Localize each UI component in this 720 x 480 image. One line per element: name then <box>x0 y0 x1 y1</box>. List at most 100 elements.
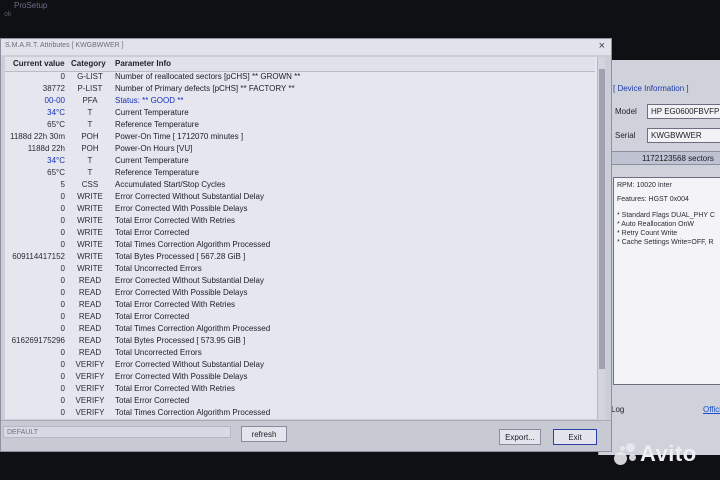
info-line: RPM: 10020 Inter <box>617 182 672 189</box>
serial-field[interactable]: KWGBWWER <box>647 128 720 143</box>
table-row[interactable]: 00-00 PFA Status: ** GOOD ** <box>5 95 595 107</box>
cell-value: 0 <box>60 288 65 297</box>
cell-category: WRITE <box>77 240 103 249</box>
cell-value: 34°C <box>47 156 65 165</box>
table-row[interactable]: 0 READ Error Corrected With Possible Delay… <box>5 287 595 299</box>
cell-value: 0 <box>60 312 65 321</box>
column-header-info[interactable]: Parameter Info <box>115 57 171 71</box>
refresh-button[interactable]: refresh <box>241 426 287 442</box>
device-info-window: [ Device Information ] Model HP EG0600FB… <box>598 60 720 455</box>
export-button[interactable]: Export... <box>499 429 541 445</box>
cell-info: Total Uncorrected Errors <box>115 264 202 273</box>
info-line: * Auto Reallocation OnW <box>617 221 695 228</box>
sectors-count: 1172123568 sectors <box>611 151 720 165</box>
cell-category: READ <box>78 336 102 345</box>
cell-info: Total Bytes Processed [ 573.95 GiB ] <box>115 336 246 345</box>
cell-value: 0 <box>60 300 65 309</box>
table-row[interactable]: 1188d 22h POH Power-On Hours [VU] <box>5 143 595 155</box>
cell-category: READ <box>78 324 102 333</box>
table-row[interactable]: 0 WRITE Error Corrected With Possible Dela… <box>5 203 595 215</box>
info-line: * Retry Count Write <box>617 230 678 237</box>
close-icon[interactable]: × <box>599 40 605 52</box>
cell-info: Reference Temperature <box>115 168 199 177</box>
table-row[interactable]: 0 VERIFY Total Error Corrected With Retrie… <box>5 383 595 395</box>
table-row[interactable]: 0 READ Total Error Corrected With Retries <box>5 299 595 311</box>
table-row[interactable]: 65°C T Reference Temperature <box>5 119 595 131</box>
column-header-value[interactable]: Current value <box>13 57 65 71</box>
table-row[interactable]: 0 WRITE Total Error Corrected <box>5 227 595 239</box>
table-row[interactable]: 0 WRITE Total Error Corrected With Retries <box>5 215 595 227</box>
table-row[interactable]: 0 VERIFY Total Times Correction Algorithm … <box>5 407 595 419</box>
cell-value: 38772 <box>42 84 65 93</box>
cell-value: 0 <box>60 228 65 237</box>
cell-value: 0 <box>60 324 65 333</box>
table-row[interactable]: 0 G-LIST Number of reallocated sectors [pC… <box>5 71 595 83</box>
table-row[interactable]: 34°C T Current Temperature <box>5 155 595 167</box>
cell-value: 0 <box>60 264 65 273</box>
cell-category: T <box>87 120 93 129</box>
table-row[interactable]: 0 VERIFY Error Corrected Without Substanti… <box>5 359 595 371</box>
cell-info: Total Error Corrected With Retries <box>115 216 236 225</box>
model-label: Model <box>615 107 637 116</box>
cell-info: Total Error Corrected With Retries <box>115 384 236 393</box>
cell-category: PFA <box>82 96 98 105</box>
table-row[interactable]: 0 WRITE Total Times Correction Algorithm P… <box>5 239 595 251</box>
cell-category: VERIFY <box>75 396 105 405</box>
cell-category: WRITE <box>77 216 103 225</box>
column-header-category[interactable]: Category <box>71 57 106 71</box>
table-row[interactable]: 0 WRITE Error Corrected Without Substantia… <box>5 191 595 203</box>
cell-category: READ <box>78 348 102 357</box>
vertical-scrollbar[interactable] <box>597 57 605 419</box>
cell-value: 0 <box>60 360 65 369</box>
table-row[interactable]: 34°C T Current Temperature <box>5 107 595 119</box>
table-row[interactable]: 0 READ Total Times Correction Algorithm Pr… <box>5 323 595 335</box>
cell-value: 5 <box>60 180 65 189</box>
cell-info: Error Corrected Without Substantial Dela… <box>115 360 264 369</box>
table-row[interactable]: 0 VERIFY Total Error Corrected <box>5 395 595 407</box>
table-row[interactable]: 38772 P-LIST Number of Primary defects [pC… <box>5 83 595 95</box>
table-row[interactable]: 0 VERIFY Error Corrected With Possible Del… <box>5 371 595 383</box>
device-info-title: [ Device Information ] <box>613 84 689 93</box>
cell-info: Total Error Corrected <box>115 396 190 405</box>
cell-value: 0 <box>60 276 65 285</box>
scrollbar-thumb[interactable] <box>599 69 605 369</box>
cell-info: Power-On Time [ 1712070 minutes ] <box>115 132 244 141</box>
table-row[interactable]: 1188d 22h 30m POH Power-On Time [ 1712070 … <box>5 131 595 143</box>
table-row[interactable]: 0 READ Total Uncorrected Errors <box>5 347 595 359</box>
device-features-box: RPM: 10020 Inter Features: HGST 0x004 * … <box>613 177 720 385</box>
cell-value: 616269175296 <box>11 336 65 345</box>
cell-info: Total Times Correction Algorithm Process… <box>115 240 271 249</box>
cell-info: Error Corrected With Possible Delays <box>115 372 248 381</box>
table-row[interactable]: 616269175296 READ Total Bytes Processed [ … <box>5 335 595 347</box>
cell-category: READ <box>78 312 102 321</box>
cell-category: READ <box>78 288 102 297</box>
table-row[interactable]: 0 READ Total Error Corrected <box>5 311 595 323</box>
cell-category: VERIFY <box>75 408 105 417</box>
official-link[interactable]: Offici <box>703 405 720 414</box>
smart-attributes-dialog: S.M.A.R.T. Attributes [ KWGBWWER ] × Cur… <box>0 38 612 452</box>
cell-info: Error Corrected With Possible Delays <box>115 204 248 213</box>
cell-value: 0 <box>60 72 65 81</box>
log-label: Log <box>611 405 625 414</box>
model-field[interactable]: HP EG0600FBVFP <box>647 104 720 119</box>
dialog-footer: DEFAULT refresh Export... Exit <box>1 420 611 451</box>
table-row[interactable]: 0 WRITE Total Uncorrected Errors <box>5 263 595 275</box>
cell-category: P-LIST <box>77 84 103 93</box>
desktop-caption-sub: ok <box>4 11 12 18</box>
table-row[interactable]: 5 CSS Accumulated Start/Stop Cycles <box>5 179 595 191</box>
cell-value: 65°C <box>47 120 65 129</box>
cell-info: Number of Primary defects [pCHS] ** FACT… <box>115 84 295 93</box>
cell-value: 65°C <box>47 168 65 177</box>
cell-category: READ <box>78 300 102 309</box>
table-header: Current value Category Parameter Info <box>5 57 595 72</box>
cell-info: Number of reallocated sectors [pCHS] ** … <box>115 72 301 81</box>
table-row[interactable]: 65°C T Reference Temperature <box>5 167 595 179</box>
cell-category: WRITE <box>77 204 103 213</box>
table-row[interactable]: 609114417152 WRITE Total Bytes Processed [… <box>5 251 595 263</box>
table-row[interactable]: 0 READ Error Corrected Without Substantial… <box>5 275 595 287</box>
cell-value: 0 <box>60 204 65 213</box>
dialog-titlebar[interactable]: S.M.A.R.T. Attributes [ KWGBWWER ] × <box>1 39 611 55</box>
attributes-table: Current value Category Parameter Info 0 G… <box>5 57 605 419</box>
cell-value: 1188d 22h 30m <box>9 132 65 141</box>
exit-button[interactable]: Exit <box>553 429 597 445</box>
